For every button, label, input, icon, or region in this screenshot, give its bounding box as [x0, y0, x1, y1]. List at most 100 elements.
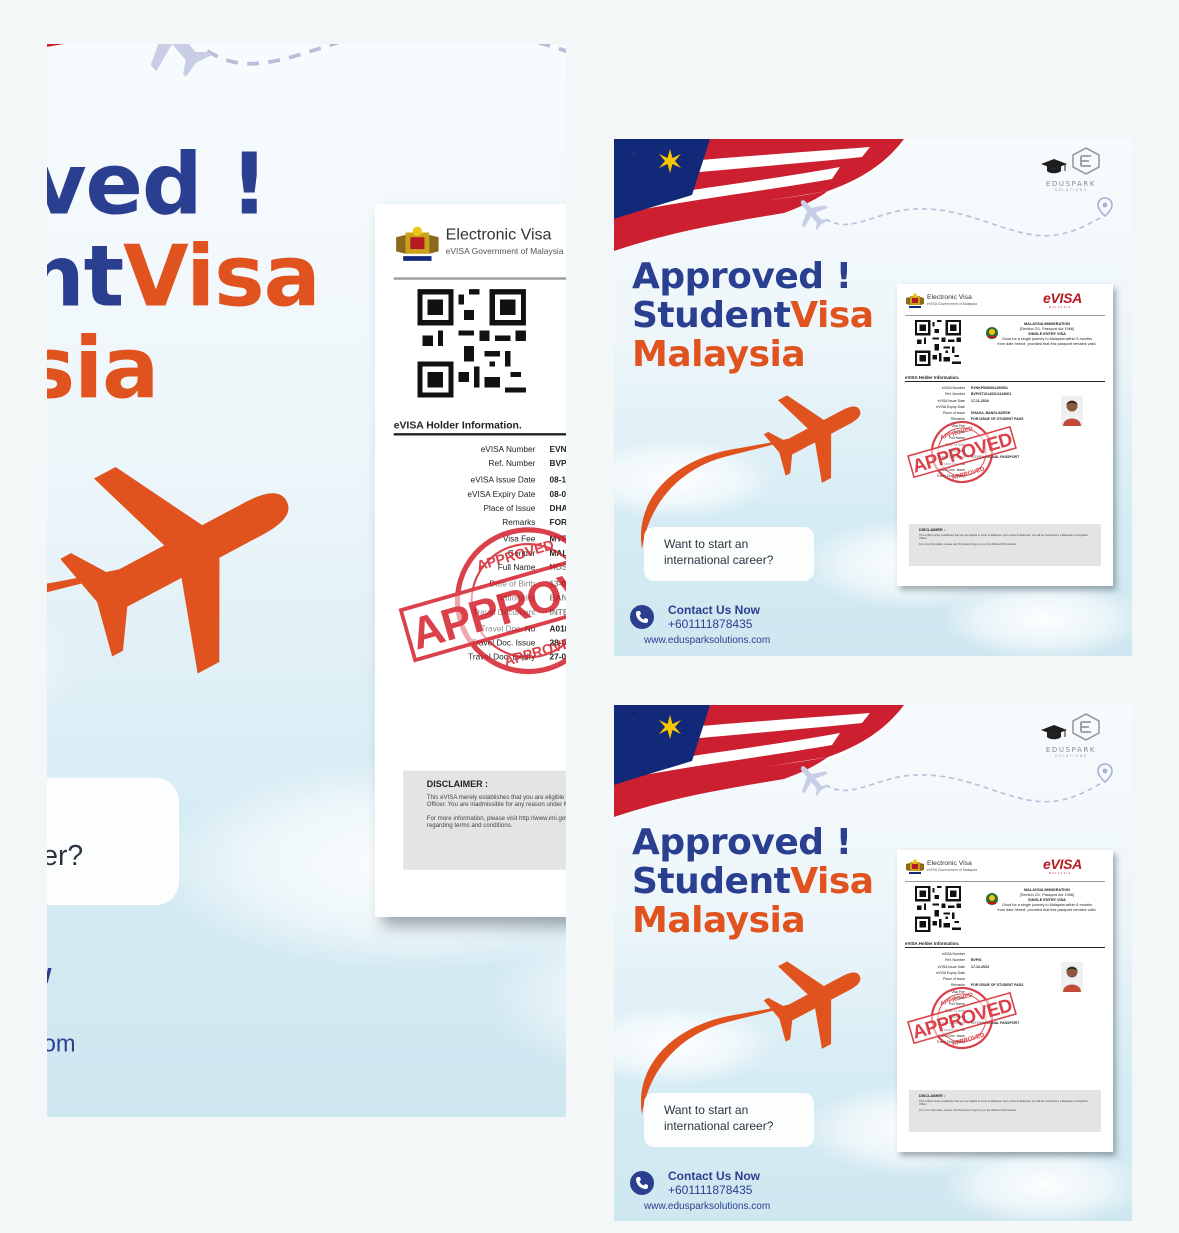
field-value: DHAKA, BANGLADESH: [549, 504, 566, 514]
speech-bubble: Want to start an international career?: [47, 777, 179, 906]
field-label: eVISA Issue Date: [470, 474, 536, 485]
eduspark-e-mark-icon: [1072, 713, 1101, 741]
issuing-authority: MALAYSIA IMMIGRATION [Section 2/1, Passp…: [997, 322, 1097, 347]
contact-title: Contact Us Now: [668, 603, 761, 617]
image-gallery: Approved ! StudentVisa Malaysia EDUSPARK…: [0, 0, 1179, 1233]
approved-stamp: APPROVED APPROVED APPROVED: [907, 986, 1017, 1050]
holder-heading: eVISA Holder Information.: [905, 375, 960, 380]
evisa-logo-subtitle: MALAYSIA: [1049, 306, 1072, 309]
disclaimer-text-2: For more information, please visit http:…: [919, 542, 1017, 546]
holder-heading: eVISA Holder Information.: [905, 941, 960, 946]
field-label: Place of Issue: [943, 977, 965, 982]
graduation-cap-icon: [1040, 725, 1067, 740]
large-airplane-icon: [60, 466, 289, 674]
validity-note-2: from date hereof, provided that this pas…: [997, 342, 1097, 346]
contact-block: Contact Us Now +601111878435 www.eduspar…: [630, 601, 830, 651]
document-title: Electronic Visa: [445, 227, 552, 245]
document-subtitle: eVISA Government of Malaysia: [445, 246, 564, 257]
disclaimer-text-1: This eVISA merely establishes that you a…: [919, 534, 1088, 541]
brand-subtitle: SOLUTIONS: [1054, 188, 1088, 192]
field-value: EVNKP5063011190501: [971, 386, 1008, 390]
disclaimer-text-2: For more information, please visit http:…: [426, 814, 566, 831]
evisa-logo: eVISA: [1043, 856, 1082, 872]
speech-bubble: Want to start an international career?: [644, 1093, 814, 1147]
poster-scene: Approved ! StudentVisa Malaysia EDUSPARK…: [614, 139, 1132, 656]
brand-subtitle: SOLUTIONS: [1054, 754, 1088, 758]
qr-code-icon: [915, 320, 961, 366]
holder-field-row: eVISA Number EVNL8N125532111HO: [394, 445, 566, 460]
disclaimer-title: DISCLAIMER :: [919, 1094, 945, 1098]
divider: [393, 277, 566, 280]
speech-bubble: Want to start an international career?: [644, 527, 814, 581]
large-airplane-icon: [764, 961, 861, 1049]
field-value: DHAKA, BANGLADESH: [971, 411, 1011, 416]
contact-title: Contact Us Now: [47, 957, 52, 990]
contact-title: Contact Us Now: [668, 1169, 761, 1183]
field-value: EVNL8N125532111HO: [549, 444, 566, 455]
poster-large: Approved ! StudentVisa Malaysia EDUSPARK…: [47, 44, 566, 1117]
document-subtitle: eVISA Government of Malaysia: [927, 868, 977, 872]
bubble-line-2: international career?: [664, 1119, 774, 1133]
eduspark-brand-logo: EDUSPARK SOLUTIONS: [1036, 713, 1106, 775]
poster-bottom: Approved ! StudentVisa Malaysia EDUSPARK…: [614, 705, 1132, 1221]
document-title: Electronic Visa: [927, 860, 972, 867]
disclaimer-title: DISCLAIMER :: [919, 528, 945, 532]
field-label: eVISA Issue Date: [937, 398, 965, 403]
graduation-cap-icon: [1040, 159, 1067, 174]
evisa-document: Electronic Visa eVISA Government of Mala…: [897, 850, 1113, 1152]
field-label: eVISA Expiry Date: [467, 489, 536, 499]
disclaimer-text-2: For more information, please visit http:…: [919, 1108, 1017, 1112]
contact-block: Contact Us Now +601111878435 www.eduspar…: [47, 952, 217, 1070]
approved-stamp: APPROVED APPROVED APPROVED: [398, 527, 566, 675]
stamp-text: APPROVED: [910, 429, 1014, 477]
field-label: Place of Issue: [943, 411, 965, 416]
disclaimer-title: DISCLAIMER :: [426, 780, 489, 790]
field-label: Ref. Number: [945, 958, 965, 963]
malaysia-coat-of-arms-icon: [396, 226, 439, 261]
contact-website: www.edusparksolutions.com: [47, 1032, 76, 1059]
field-value: 17-11-2024: [971, 398, 989, 403]
field-value: BVP/S: [971, 958, 982, 963]
field-label: eVISA Number: [941, 386, 965, 390]
field-label: eVISA Expiry Date: [936, 970, 965, 975]
field-value: 08-06-2025: [549, 489, 566, 499]
evisa-logo: eVISA: [1043, 290, 1082, 306]
poster-scene: Approved ! StudentVisa Malaysia EDUSPARK…: [47, 44, 566, 1090]
field-value: BVP/STU/14321/1149001: [971, 392, 1012, 397]
field-label: eVISA Number: [941, 952, 965, 956]
passport-photo: [1061, 396, 1083, 426]
field-label: Place of Issue: [483, 504, 536, 514]
qr-code-icon: [915, 886, 961, 932]
approved-stamp: APPROVED APPROVED APPROVED: [907, 420, 1017, 484]
validity-note-2: from date hereof, provided that this pas…: [997, 908, 1097, 912]
disclaimer-text-1: This eVISA merely establishes that you a…: [426, 794, 566, 810]
eduspark-e-mark-icon: [1072, 147, 1101, 175]
poster-scene: Approved ! StudentVisa Malaysia EDUSPARK…: [614, 705, 1132, 1221]
contact-block: Contact Us Now +601111878435 www.eduspar…: [630, 1167, 830, 1217]
evisa-document: Electronic Visa eVISA Government of Mala…: [897, 284, 1113, 586]
field-label: Ref. Number: [945, 392, 965, 397]
disclaimer-box: DISCLAIMER : This eVISA merely establish…: [909, 524, 1101, 566]
bubble-line-1: Want to start an: [664, 537, 749, 551]
passport-photo: [1061, 962, 1083, 992]
field-label: eVISA Number: [480, 444, 536, 455]
evisa-logo-subtitle: MALAYSIA: [1049, 872, 1072, 875]
poster-top: Approved ! StudentVisa Malaysia EDUSPARK…: [614, 139, 1132, 656]
disclaimer-box: DISCLAIMER : This eVISA merely establish…: [403, 770, 566, 870]
document-title: Electronic Visa: [927, 294, 972, 301]
contact-phone: +601111878435: [668, 617, 753, 631]
bubble-line-1: Want to start an: [664, 1103, 749, 1117]
location-pin-icon: [1097, 197, 1113, 217]
phone-icon: [630, 605, 654, 629]
malaysia-coat-of-arms-icon: [906, 293, 924, 308]
eduspark-brand-logo: EDUSPARK SOLUTIONS: [1036, 147, 1106, 209]
large-airplane-icon: [764, 395, 861, 483]
disclaimer-box: DISCLAIMER : This eVISA merely establish…: [909, 1090, 1101, 1132]
divider: [905, 381, 1105, 382]
holder-field-row: Ref. Number BVP/STU/14321/10115: [394, 460, 566, 475]
field-label: eVISA Issue Date: [937, 964, 965, 969]
field-label: Ref. Number: [488, 459, 536, 470]
brand-name: EDUSPARK: [1045, 180, 1097, 188]
holder-field-row: eVISA Issue Date 08-12-2024: [394, 475, 566, 490]
stamp-text: APPROVED: [910, 995, 1014, 1043]
